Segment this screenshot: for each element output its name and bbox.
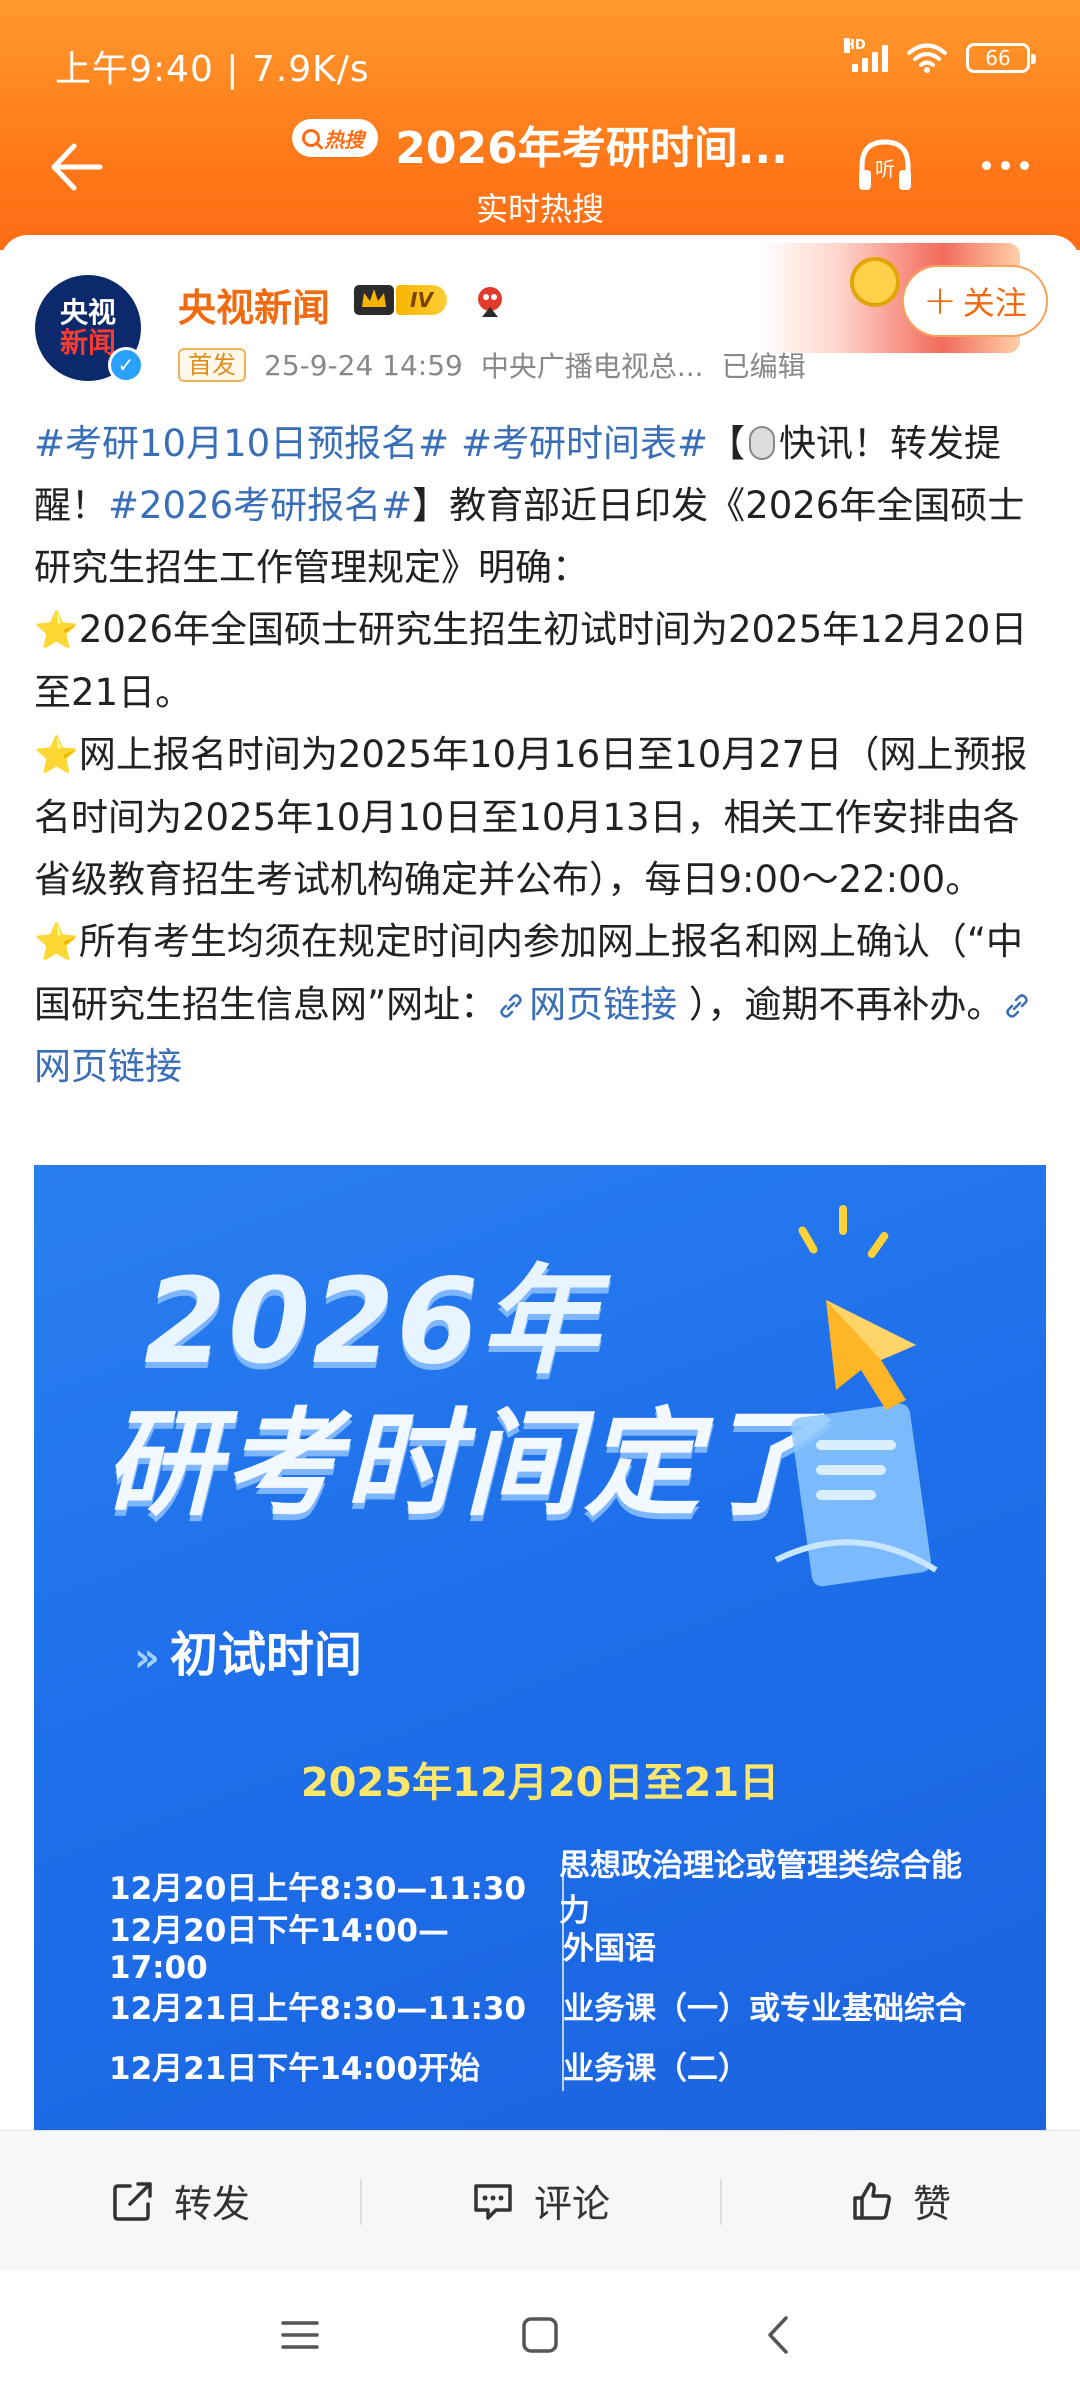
- hashtag-link[interactable]: #考研时间表#: [461, 422, 708, 465]
- star-icon: ⭐: [34, 735, 79, 776]
- bracket-text: 【: [707, 422, 745, 465]
- schedule-time: 12月21日下午14:00开始: [109, 2050, 480, 2087]
- link-icon: [500, 994, 522, 1018]
- svg-text:听: 听: [875, 157, 895, 181]
- schedule-subject: 思想政治理论或管理类综合能力: [559, 1848, 963, 1929]
- schedule-time: 12月20日上午8:30—11:30: [109, 1870, 527, 1907]
- cursor-illustration: [774, 1300, 938, 1587]
- post-source: 中央广播电视总...: [480, 350, 704, 383]
- like-button[interactable]: 赞: [720, 2131, 1080, 2270]
- status-bar: 上午9:40 | 7.9K/s HD 66: [0, 0, 1080, 120]
- comment-label: 评论: [533, 2182, 610, 2226]
- schedule-divider: [562, 1859, 564, 2091]
- wifi-icon: [907, 43, 947, 73]
- search-icon: [302, 129, 321, 147]
- post-meta: 首发 25-9-24 14:59 中央广播电视总... 已编辑: [178, 345, 806, 385]
- network-label: HD: [844, 38, 866, 53]
- schedule-row: 12月21日上午8:30—11:30 业务课（一）或专业基础综合: [109, 1975, 989, 2035]
- section-label: 初试时间: [169, 1627, 362, 1683]
- follow-label: 关注: [962, 284, 1027, 322]
- post-body: #考研10月10日预报名# #考研时间表#【 快讯！转发提醒！#2026考研报名#…: [34, 413, 1046, 1098]
- headphones-icon[interactable]: 听: [850, 130, 920, 200]
- first-post-badge: 首发: [178, 348, 246, 382]
- repost-label: 转发: [173, 2182, 250, 2226]
- verified-icon: ✓: [108, 347, 144, 383]
- schedule-subject: 外国语: [563, 1930, 656, 1967]
- follow-button[interactable]: + 关注: [902, 265, 1048, 337]
- hot-badge-label: 热搜: [324, 127, 365, 152]
- schedule-subject: 业务课（一）或专业基础综合: [563, 1990, 966, 2027]
- plus-icon: +: [923, 278, 957, 324]
- microphone-icon: [748, 426, 775, 460]
- like-label: 赞: [912, 2182, 951, 2226]
- exam-schedule: 12月20日上午8:30—11:30 思想政治理论或管理类综合能力 12月20日…: [109, 1848, 989, 2095]
- hashtag-link[interactable]: #2026考研报名#: [108, 484, 412, 527]
- page-title: 2026年考研时间...: [395, 123, 788, 174]
- level-badge: IV: [396, 285, 447, 315]
- poster-headline: 研考时间定了: [104, 1397, 824, 1532]
- menu-icon[interactable]: [275, 2310, 325, 2360]
- author-name[interactable]: 央视新闻: [178, 277, 330, 332]
- avatar-text-1: 央视: [59, 296, 116, 329]
- comment-button[interactable]: 评论: [360, 2131, 720, 2270]
- sparkle-icon: [839, 1205, 847, 1235]
- star-icon: ⭐: [34, 922, 79, 963]
- sparkle-icon: [866, 1230, 890, 1260]
- action-bar: 转发 评论 赞: [0, 2130, 1080, 2270]
- author-row: 央视 新闻 ✓ 央视新闻 IV 首发 25-9-24 14:59 中央广播电视总…: [0, 235, 1080, 395]
- post-card: 央视 新闻 ✓ 央视新闻 IV 首发 25-9-24 14:59 中央广播电视总…: [0, 235, 1080, 2235]
- web-link[interactable]: 网页链接: [497, 983, 677, 1026]
- post-datetime: 25-9-24 14:59: [264, 348, 463, 382]
- web-link-label: 网页链接: [34, 1045, 182, 1088]
- poster-section-title: » 初试时间: [134, 1615, 362, 1685]
- signal-icon: HD: [844, 38, 888, 72]
- header: 上午9:40 | 7.9K/s HD 66 热搜 2026年考研时间... 实时…: [0, 0, 1080, 250]
- hashtag-link[interactable]: #考研10月10日预报名#: [34, 422, 449, 465]
- schedule-time: 12月20日下午14:00—17:00: [109, 1912, 449, 1986]
- schedule-time: 12月21日上午8:30—11:30: [109, 1990, 527, 2027]
- emblem-icon: [850, 257, 900, 307]
- chevron-right-icon: »: [134, 1635, 160, 1681]
- share-icon: [113, 2181, 152, 2221]
- link-icon: [1006, 994, 1029, 1018]
- thumbs-up-icon: [853, 2181, 891, 2220]
- mascot-icon: [478, 287, 502, 317]
- hot-search-badge[interactable]: 热搜: [292, 119, 379, 157]
- avatar-text-2: 新闻: [59, 326, 116, 359]
- web-link-label: 网页链接: [529, 983, 678, 1026]
- point-text: 2026年全国硕士研究生招生初试时间为2025年12月20日至21日。: [34, 608, 1028, 714]
- battery-icon: 66: [966, 43, 1036, 73]
- post-image[interactable]: 2026年 研考时间定了 » 初试时间 2025年12月20日至21日 12月20…: [34, 1165, 1046, 2135]
- point-text: 网上报名时间为2025年10月16日至10月27日（网上预报名时间为2025年1…: [34, 733, 1028, 901]
- more-options-icon[interactable]: [970, 130, 1040, 200]
- schedule-subject: 业务课（二）: [563, 2050, 749, 2087]
- status-icons: HD 66: [844, 38, 1036, 74]
- repost-button[interactable]: 转发: [0, 2131, 360, 2270]
- nav-bar: 热搜 2026年考研时间... 实时热搜 听: [0, 110, 1080, 250]
- back-icon[interactable]: [755, 2310, 805, 2360]
- system-nav-bar: [0, 2270, 1080, 2400]
- star-icon: ⭐: [34, 610, 79, 651]
- schedule-row: 12月21日下午14:00开始 业务课（二）: [109, 2035, 989, 2095]
- crown-icon: [354, 285, 394, 315]
- poster-date-range: 2025年12月20日至21日: [300, 1760, 780, 1806]
- home-icon[interactable]: [515, 2310, 565, 2360]
- comment-icon: [474, 2183, 512, 2220]
- status-time: 上午9:40 | 7.9K/s: [55, 49, 370, 90]
- battery-level: 66: [985, 46, 1011, 70]
- point-text-tail: ），逾期不再补办。: [677, 983, 1004, 1026]
- sparkle-icon: [797, 1225, 819, 1255]
